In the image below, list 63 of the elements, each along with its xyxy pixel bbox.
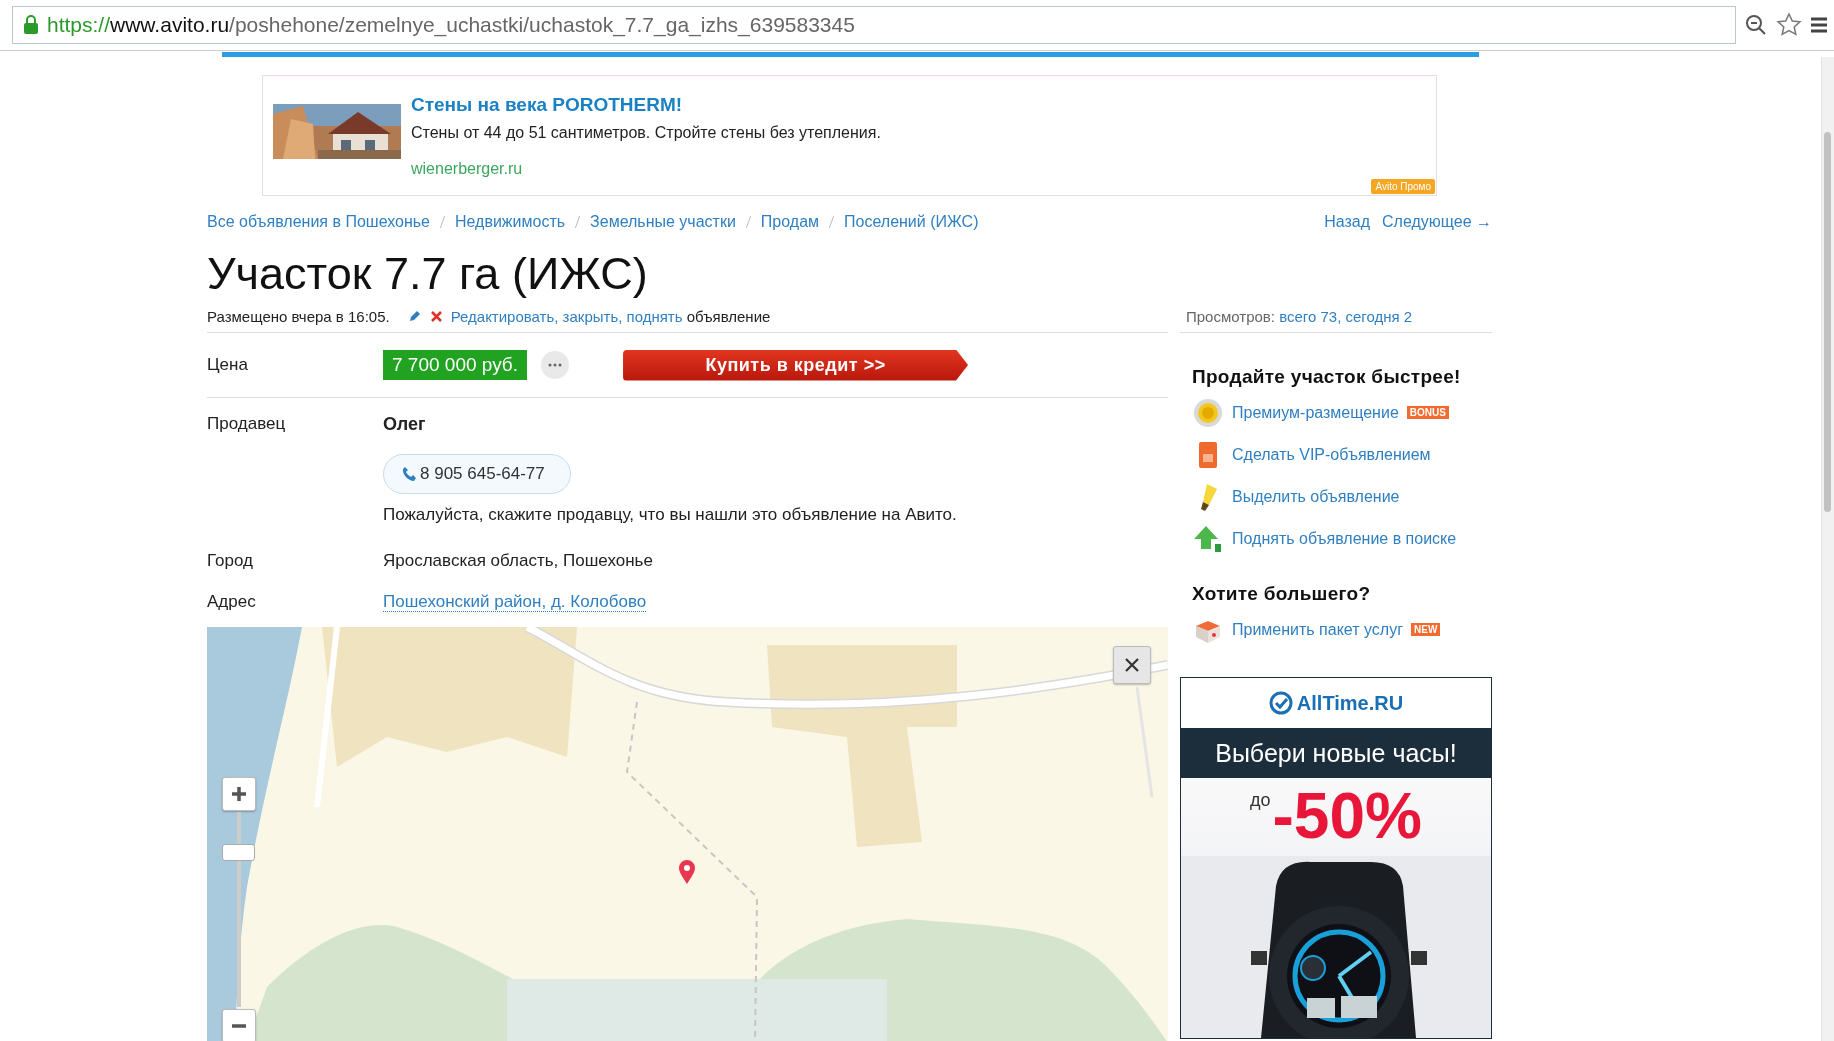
minus-icon: [231, 1024, 247, 1028]
brand-logo: AllTime.RU: [1296, 691, 1404, 715]
phone-icon: [402, 466, 416, 482]
section-heading: Хотите большего?: [1192, 582, 1372, 606]
address-link[interactable]: Пошехонский район, д. Колобово: [383, 592, 647, 612]
zoom-slider-thumb[interactable]: [222, 844, 255, 862]
close-button[interactable]: [1113, 646, 1151, 684]
tag-label: NEW: [1411, 623, 1441, 636]
zoom-icon[interactable]: [1744, 13, 1768, 37]
discount-text: -50%: [1272, 784, 1422, 848]
cross-icon[interactable]: [429, 309, 443, 323]
breadcrumb-link[interactable]: Поселений (ИЖС): [844, 213, 979, 231]
ad-domain[interactable]: wienerberger.ru: [411, 156, 881, 182]
breadcrumb-link[interactable]: Недвижимость: [455, 213, 566, 231]
tag-label: BONUS: [1406, 406, 1449, 419]
zoom-in-button[interactable]: [222, 777, 256, 811]
close-icon: [1125, 658, 1139, 672]
views-text: Просмотров: всего 73, сегодня 2: [1185, 307, 1414, 325]
scrollbar[interactable]: [1821, 57, 1834, 1041]
views-link[interactable]: всего 73, сегодня 2: [1279, 307, 1413, 325]
city-value: Ярославская область, Пошехонье: [383, 551, 654, 571]
service-link[interactable]: Применить пакет услуг: [1232, 620, 1403, 639]
map-pin-icon[interactable]: [678, 859, 696, 885]
breadcrumb-link[interactable]: Все объявления в Пошехонье: [207, 213, 430, 231]
service-link[interactable]: Выделить объявление: [1232, 487, 1400, 506]
service-link[interactable]: Премиум-размещение: [1232, 403, 1399, 422]
field-label: Адрес: [207, 592, 257, 612]
nav-link[interactable]: Назад: [1324, 213, 1370, 231]
menu-icon[interactable]: [1810, 15, 1828, 35]
ad-title[interactable]: Стены на века POROTHERM!: [411, 92, 881, 118]
edit-link[interactable]: Редактировать, закрыть, поднять: [450, 307, 683, 325]
posted-text: Размещено вчера в 16:05.: [207, 307, 390, 325]
more-icon: [548, 363, 563, 367]
field-label: Продавец: [207, 414, 287, 434]
breadcrumb-link[interactable]: Земельные участки: [590, 213, 736, 231]
field-label: Цена: [207, 355, 249, 375]
breadcrumb-link[interactable]: Продам: [760, 213, 820, 231]
nav-link[interactable]: Следующее →: [1382, 213, 1492, 231]
section-heading: Продайте участок быстрее!: [1192, 365, 1462, 389]
scrollbar-thumb[interactable]: [1824, 132, 1831, 512]
plus-icon: [231, 786, 247, 802]
pencil-icon[interactable]: [407, 309, 422, 323]
price-tag: 7 700 000 руб.: [383, 350, 528, 380]
listing-title: Участок 7.7 га (ИЖС): [207, 248, 649, 300]
field-label: Город: [207, 551, 254, 571]
check-circle-icon: [1268, 691, 1293, 715]
banner-headline: Выбери новые часы!: [1181, 728, 1491, 778]
service-link[interactable]: Сделать VIP-объявлением: [1232, 445, 1431, 464]
lock-icon: [23, 15, 39, 35]
service-link[interactable]: Поднять объявление в поиске: [1232, 529, 1457, 548]
ad-text: Стены от 44 до 51 сантиметров. Стройте стены без утепления.: [411, 123, 881, 143]
credit-button[interactable]: Купить в кредит >>: [623, 349, 969, 381]
star-icon[interactable]: [1776, 12, 1802, 38]
zoom-out-button[interactable]: [222, 1009, 256, 1041]
coin-icon: [1193, 397, 1223, 428]
seller-note: Пожалуйста, скажите продавцу, что вы нашли это объявление на Авито.: [383, 505, 958, 525]
ad-badge: Avito Промо: [1371, 179, 1435, 194]
seller-name: Олег: [383, 413, 427, 435]
url-field[interactable]: https://www.avito.ru/poshehone/zemelnye_uchastki/uchastok_7.7_ga_izhs_639583345: [12, 6, 1736, 44]
phone-button[interactable]: 8 905 645-64-77: [383, 454, 571, 494]
edit-note: Редактировать, закрыть, поднять объявление: [450, 307, 771, 325]
tag-icon: [1196, 439, 1220, 470]
discount-prefix: до: [1250, 790, 1271, 811]
